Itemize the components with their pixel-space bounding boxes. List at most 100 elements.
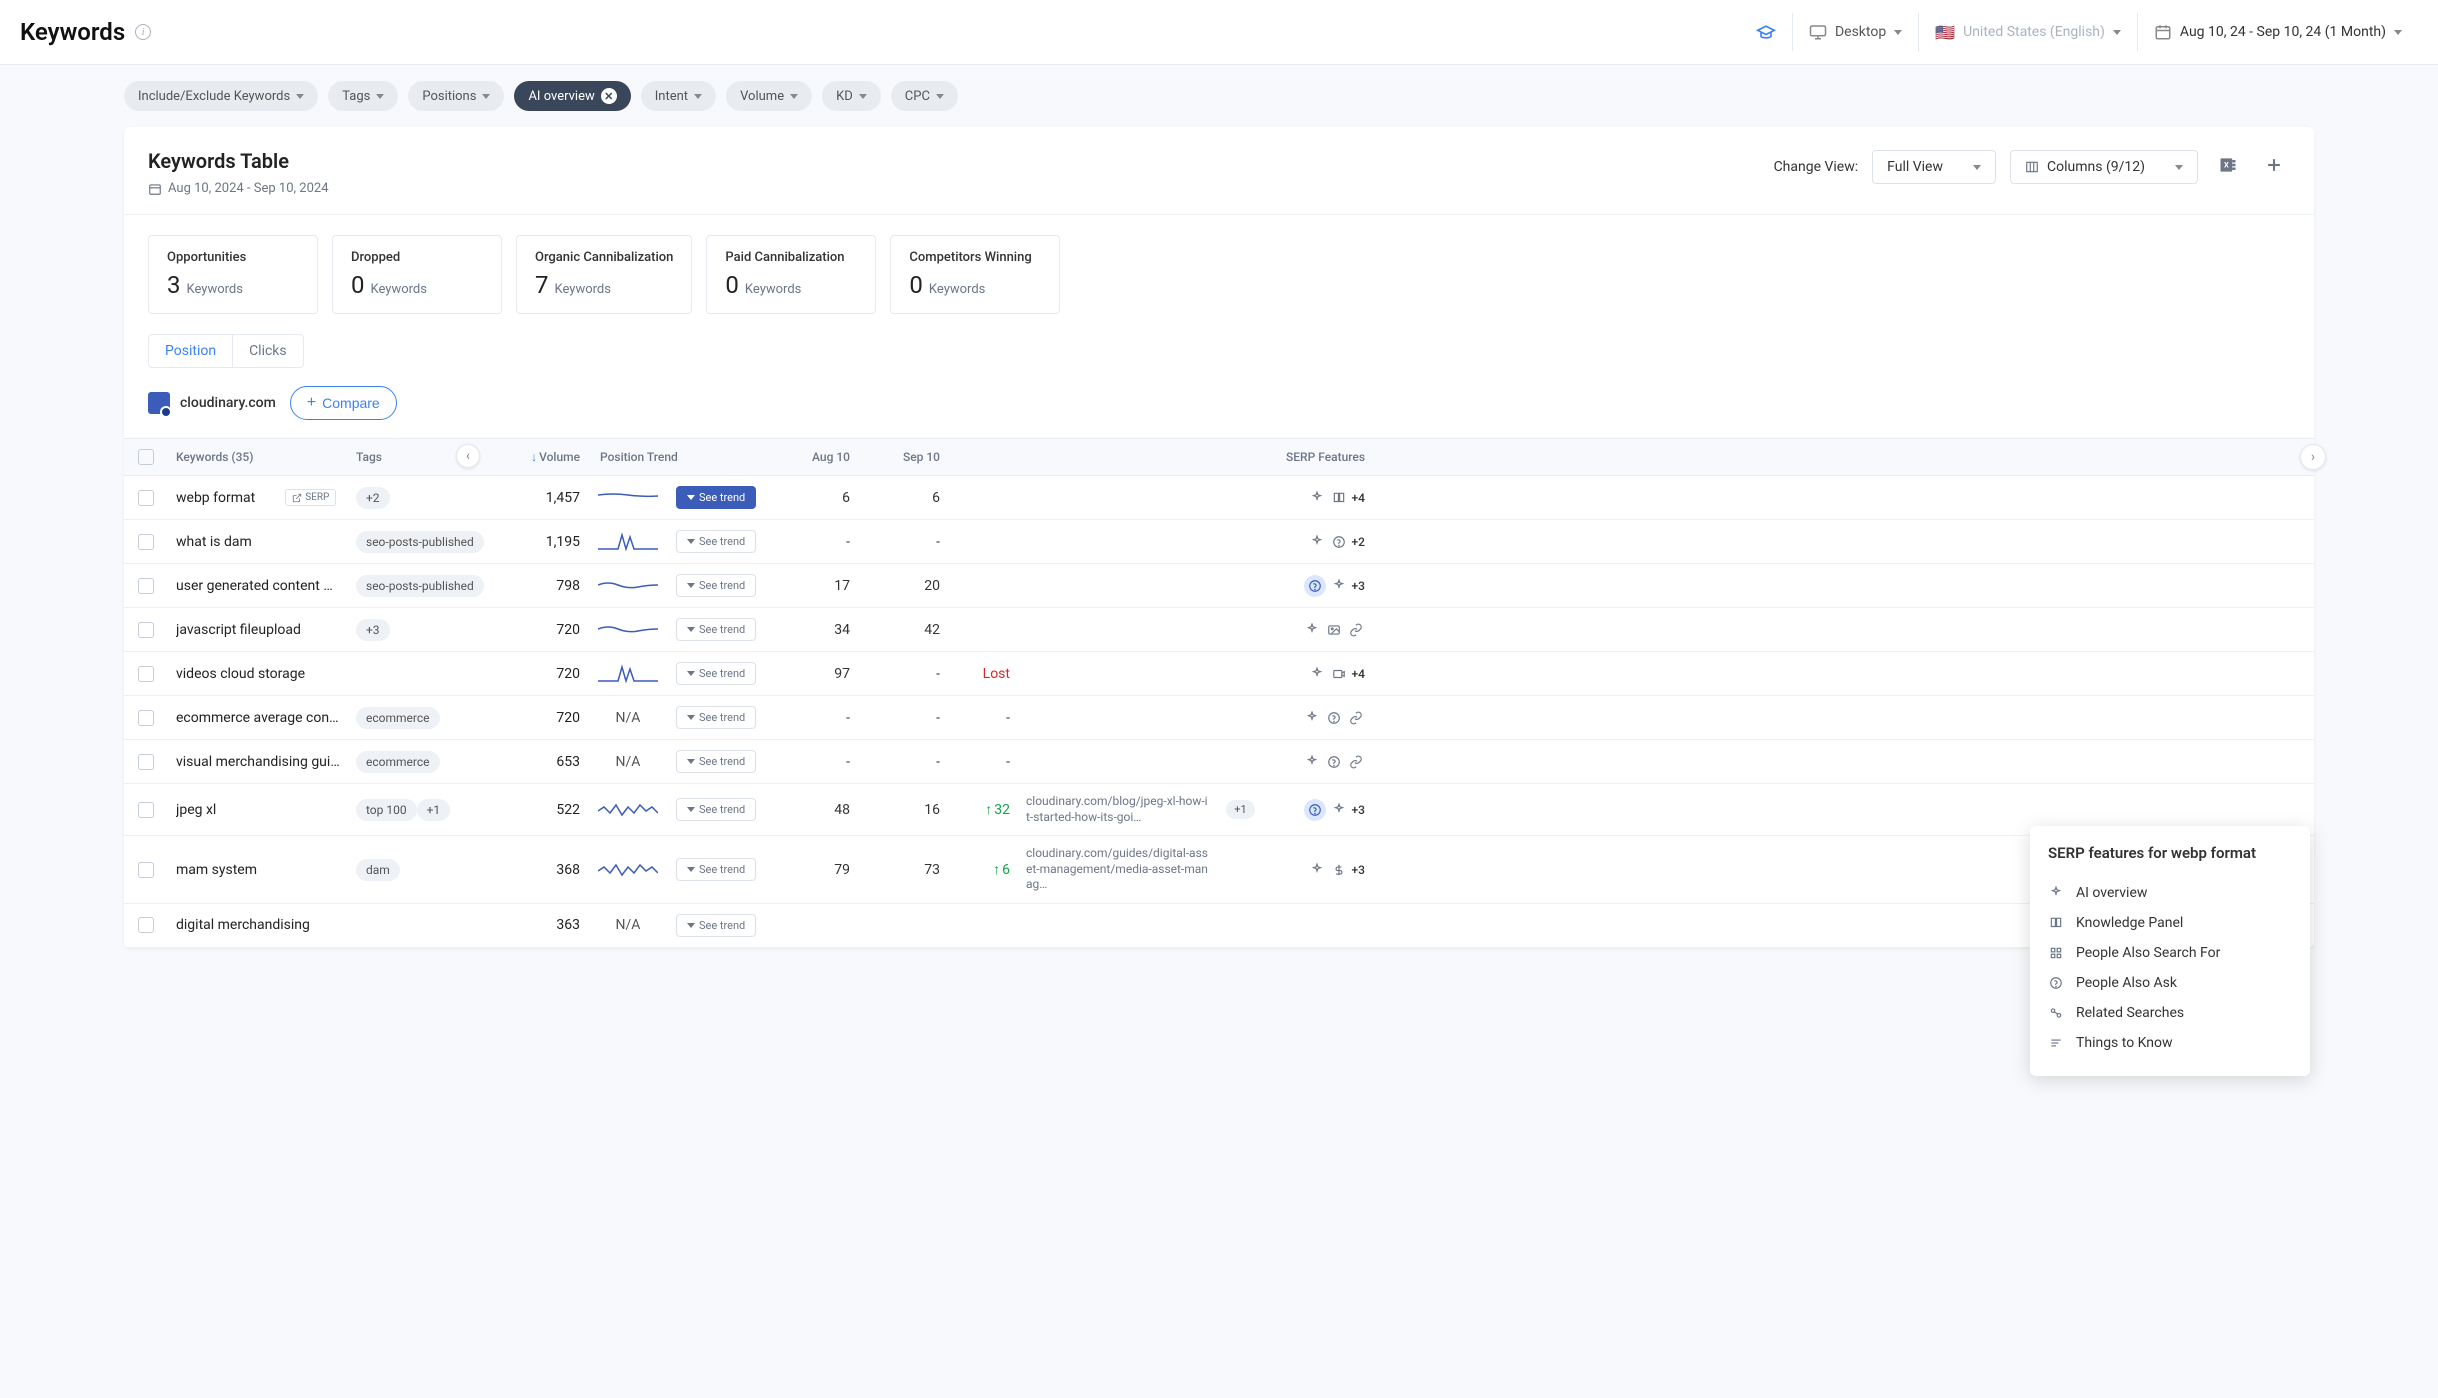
keyword-text[interactable]: ecommerce average conve… [176,710,340,726]
keyword-text[interactable]: digital merchandising [176,917,310,933]
row-checkbox[interactable] [138,862,154,878]
sparkle-icon[interactable] [1330,801,1348,819]
col-serp-features[interactable]: SERP Features [1263,439,1373,475]
device-selector[interactable]: Desktop [1792,13,1918,51]
keyword-text[interactable]: jpeg xl [176,802,216,818]
tag-pill[interactable]: ecommerce [356,751,440,773]
stat-card[interactable]: Organic Cannibalization 7 Keywords [516,235,692,314]
link-icon[interactable] [1347,621,1365,639]
serp-more-count[interactable]: +2 [1352,535,1365,549]
row-checkbox[interactable] [138,710,154,726]
video-icon[interactable] [1330,665,1348,683]
popover-item[interactable]: People Also Search For [2048,938,2292,968]
keyword-text[interactable]: what is dam [176,534,252,550]
see-trend-button[interactable]: See trend [676,574,756,597]
tag-pill[interactable]: top 100 [356,799,417,821]
qhl-icon[interactable] [1304,799,1326,821]
link-icon[interactable] [1347,709,1365,727]
row-checkbox[interactable] [138,578,154,594]
q-icon[interactable] [1325,709,1343,727]
sparkle-icon[interactable] [1308,861,1326,879]
see-trend-button[interactable]: See trend [676,706,756,729]
sparkle-icon[interactable] [1303,753,1321,771]
view-mode-dropdown[interactable]: Full View [1872,150,1996,184]
row-checkbox[interactable] [138,622,154,638]
export-excel-button[interactable]: X [2212,149,2244,185]
columns-dropdown[interactable]: Columns (9/12) [2010,150,2198,184]
filter-chip[interactable]: Tags [328,81,398,111]
serp-more-count[interactable]: +3 [1352,803,1365,817]
popover-item[interactable]: Things to Know [2048,1028,2292,1058]
row-checkbox[interactable] [138,754,154,770]
col-tags[interactable]: Tags [348,439,498,475]
see-trend-button[interactable]: See trend [676,486,756,509]
col-keywords[interactable]: Keywords (35) [168,439,348,475]
row-checkbox[interactable] [138,490,154,506]
education-icon[interactable] [1740,12,1792,52]
row-checkbox[interactable] [138,534,154,550]
col-volume[interactable]: ↓Volume [498,439,588,475]
col-sep10[interactable]: Sep 10 [858,439,948,475]
stat-card[interactable]: Opportunities 3 Keywords [148,235,318,314]
img-icon[interactable] [1325,621,1343,639]
popover-item[interactable]: AI overview [2048,878,2292,908]
see-trend-button[interactable]: See trend [676,858,756,881]
see-trend-button[interactable]: See trend [676,914,756,937]
sparkle-icon[interactable] [1308,489,1326,507]
filter-chip[interactable]: CPC [891,81,958,111]
filter-chip[interactable]: Positions [408,81,504,111]
add-button[interactable] [2258,149,2290,185]
qhl-icon[interactable] [1304,575,1326,597]
filter-chip[interactable]: AI overview✕ [514,81,630,111]
stat-card[interactable]: Paid Cannibalization 0 Keywords [706,235,876,314]
dollar-icon[interactable] [1330,861,1348,879]
tag-pill[interactable]: ecommerce [356,707,440,729]
url-more-count[interactable]: +1 [1226,800,1254,819]
serp-more-count[interactable]: +4 [1352,667,1365,681]
popover-item[interactable]: Knowledge Panel [2048,908,2292,938]
sparkle-icon[interactable] [1330,577,1348,595]
close-icon[interactable]: ✕ [601,88,617,104]
keyword-text[interactable]: user generated content exa… [176,578,340,594]
tag-pill[interactable]: +1 [417,799,451,821]
row-checkbox[interactable] [138,917,154,933]
see-trend-button[interactable]: See trend [676,798,756,821]
keyword-text[interactable]: webp format [176,490,255,506]
serp-more-count[interactable]: +4 [1352,491,1365,505]
q-icon[interactable] [1325,753,1343,771]
q-icon[interactable] [1330,533,1348,551]
url-text[interactable]: cloudinary.com/guides/digital-asset-mana… [1026,846,1210,893]
stat-card[interactable]: Competitors Winning 0 Keywords [890,235,1060,314]
filter-chip[interactable]: Include/Exclude Keywords [124,81,318,111]
book-icon[interactable] [1330,489,1348,507]
scroll-right-button[interactable]: › [2300,444,2326,470]
info-icon[interactable]: i [135,24,151,40]
tag-pill[interactable]: seo-posts-published [356,531,484,553]
col-aug10[interactable]: Aug 10 [768,439,858,475]
tag-pill[interactable]: +2 [356,487,390,509]
keyword-text[interactable]: visual merchandising guide… [176,754,340,770]
serp-more-count[interactable]: +3 [1352,579,1365,593]
tab-clicks[interactable]: Clicks [233,335,303,367]
see-trend-button[interactable]: See trend [676,618,756,641]
see-trend-button[interactable]: See trend [676,530,756,553]
keyword-text[interactable]: videos cloud storage [176,666,305,682]
tag-pill[interactable]: dam [356,859,400,881]
col-position-trend[interactable]: Position Trend [588,439,768,475]
filter-chip[interactable]: Intent [641,81,716,111]
tag-pill[interactable]: +3 [356,619,390,641]
link-icon[interactable] [1347,753,1365,771]
select-all-checkbox[interactable] [138,449,154,465]
row-checkbox[interactable] [138,666,154,682]
serp-more-count[interactable]: +3 [1352,863,1365,877]
serp-link[interactable]: SERP [285,489,336,506]
popover-item[interactable]: Related Searches [2048,998,2292,1028]
see-trend-button[interactable]: See trend [676,662,756,685]
row-checkbox[interactable] [138,802,154,818]
see-trend-button[interactable]: See trend [676,750,756,773]
keyword-text[interactable]: javascript fileupload [176,622,301,638]
date-range-selector[interactable]: Aug 10, 24 - Sep 10, 24 (1 Month) [2137,13,2418,51]
tag-pill[interactable]: seo-posts-published [356,575,484,597]
sparkle-icon[interactable] [1303,709,1321,727]
filter-chip[interactable]: KD [822,81,881,111]
